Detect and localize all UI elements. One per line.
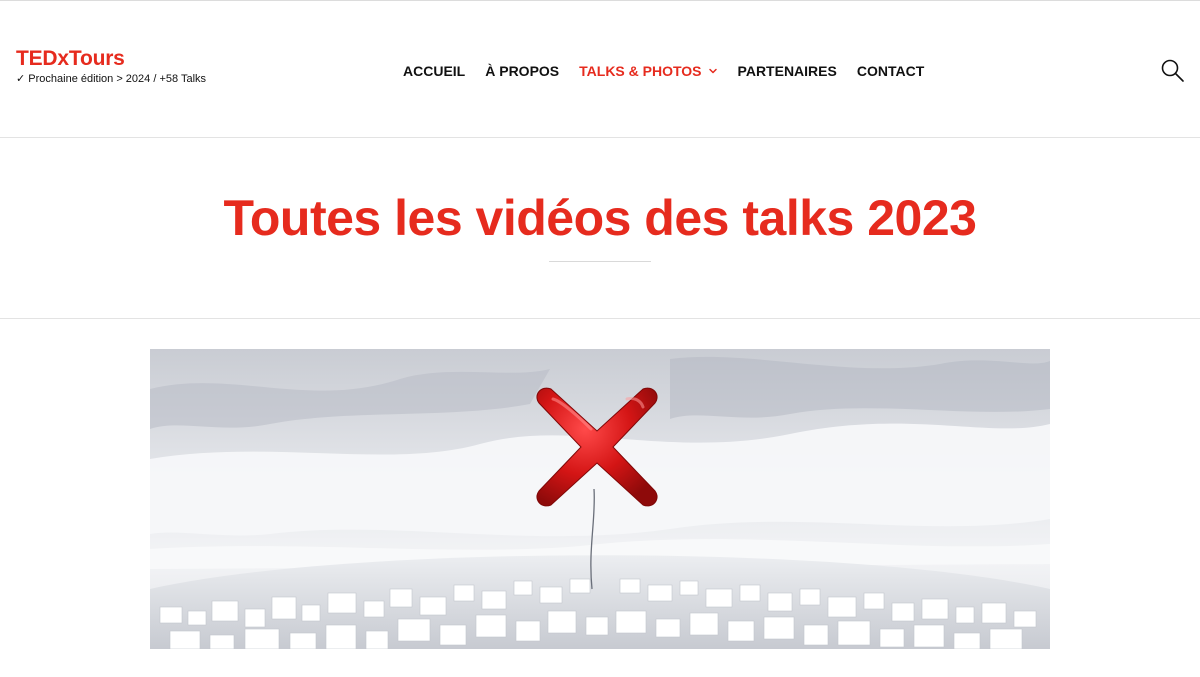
nav-item-label: CONTACT bbox=[856, 63, 925, 79]
nav-item-label: PARTENAIRES bbox=[737, 63, 837, 79]
banner-illustration bbox=[150, 349, 1050, 649]
site-tagline: ✓ Prochaine édition > 2024 / +58 Talks bbox=[16, 73, 207, 85]
chevron-down-icon[interactable] bbox=[708, 66, 718, 76]
nav-item-a-propos[interactable]: À PROPOS bbox=[485, 62, 559, 80]
title-divider bbox=[549, 261, 651, 262]
nav-item-contact[interactable]: CONTACT bbox=[857, 62, 924, 80]
search-icon[interactable] bbox=[1158, 57, 1186, 85]
nav-item-label: TALKS & PHOTOS bbox=[579, 63, 702, 79]
nav-item-label: ACCUEIL bbox=[403, 63, 466, 79]
nav-item-accueil[interactable]: ACCUEIL bbox=[403, 62, 465, 80]
hero-banner-image bbox=[150, 349, 1050, 649]
nav-item-partenaires[interactable]: PARTENAIRES bbox=[738, 62, 837, 80]
main-nav: ACCUEIL À PROPOS TALKS & PHOTOS PARTENAI… bbox=[403, 62, 924, 80]
nav-item-talks-photos[interactable]: TALKS & PHOTOS bbox=[579, 62, 717, 80]
page-title: Toutes les vidéos des talks 2023 bbox=[223, 190, 977, 246]
nav-item-label: À PROPOS bbox=[485, 63, 560, 79]
brand[interactable]: TEDxTours ✓ Prochaine édition > 2024 / +… bbox=[16, 48, 206, 86]
site-header: TEDxTours ✓ Prochaine édition > 2024 / +… bbox=[0, 1, 1200, 138]
site-logo[interactable]: TEDxTours bbox=[16, 48, 206, 70]
page-hero: Toutes les vidéos des talks 2023 bbox=[0, 139, 1200, 319]
